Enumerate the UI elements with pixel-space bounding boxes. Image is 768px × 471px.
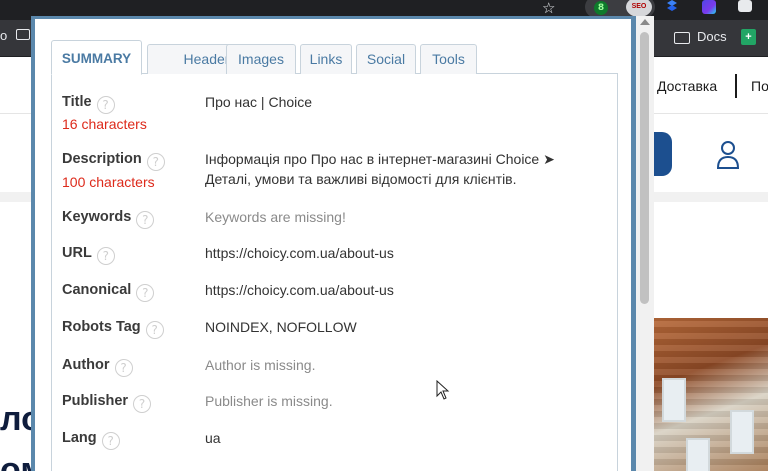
author-value: Author is missing. (205, 357, 316, 373)
mouse-pointer-icon (436, 380, 450, 400)
description-value: Інформація про Про нас в інтернет-магази… (205, 151, 555, 187)
site-nav-divider (735, 74, 737, 98)
title-label: Title? (62, 94, 115, 114)
help-icon[interactable]: ? (101, 432, 120, 450)
keywords-value: Keywords are missing! (205, 209, 346, 225)
bookmark-docs[interactable]: Docs (697, 29, 727, 44)
help-icon[interactable]: ? (146, 153, 165, 171)
url-value[interactable]: https://choicy.com.ua/about-us (205, 243, 394, 263)
site-nav-delivery[interactable]: Доставка (657, 78, 717, 94)
tab-tools[interactable]: Tools (420, 44, 477, 74)
publisher-value: Publisher is missing. (205, 393, 333, 409)
photo-window (662, 378, 686, 422)
lang-label: Lang? (62, 430, 120, 450)
canonical-value[interactable]: https://choicy.com.ua/about-us (205, 280, 394, 300)
author-label-text: Author (62, 357, 110, 373)
publisher-label-text: Publisher (62, 393, 129, 409)
tab-images[interactable]: Images (226, 44, 296, 74)
robots-label-text: Robots Tag (62, 319, 141, 335)
help-icon[interactable]: ? (136, 284, 155, 302)
tab-tools-label: Tools (432, 51, 465, 67)
dropbox-extension-icon[interactable] (666, 0, 678, 14)
photo-window (686, 438, 710, 471)
tab-social-label: Social (366, 51, 406, 67)
title-char-count: 16 characters (62, 116, 147, 132)
help-icon[interactable]: ? (96, 247, 115, 265)
title-label-text: Title (62, 94, 92, 110)
lang-label-text: Lang (62, 430, 97, 446)
help-icon[interactable]: ? (136, 211, 155, 229)
camera-extension-icon[interactable] (738, 0, 752, 12)
help-icon[interactable]: ? (96, 96, 115, 114)
description-label: Description? (62, 151, 165, 171)
lang-value: ua (205, 430, 221, 446)
url-label: URL? (62, 245, 115, 265)
tab-images-label: Images (238, 51, 284, 67)
keywords-label-text: Keywords (62, 209, 132, 225)
bookmark-partial-label[interactable]: o (0, 28, 7, 43)
title-value: Про нас | Choice (205, 94, 313, 110)
tab-links-label: Links (309, 51, 343, 67)
keywords-label: Keywords? (62, 209, 155, 229)
robots-value: NOINDEX, NOFOLLOW (205, 319, 357, 335)
sheets-bookmark-icon[interactable]: + (741, 29, 756, 45)
description-label-text: Description (62, 151, 142, 167)
tab-social[interactable]: Social (356, 44, 416, 74)
gradient-extension-icon[interactable] (702, 0, 716, 14)
author-label: Author? (62, 357, 133, 377)
folder-icon[interactable] (16, 29, 30, 40)
publisher-label: Publisher? (62, 393, 152, 413)
user-account-icon[interactable] (717, 141, 739, 169)
office-photo (652, 318, 768, 471)
tab-links[interactable]: Links (300, 44, 352, 74)
canonical-label-text: Canonical (62, 282, 132, 298)
help-icon[interactable]: ? (133, 395, 152, 413)
description-char-count: 100 characters (62, 174, 155, 190)
help-icon[interactable]: ? (145, 321, 164, 339)
scroll-up-arrow-icon[interactable] (640, 19, 650, 25)
help-icon[interactable]: ? (114, 359, 133, 377)
robots-label: Robots Tag? (62, 319, 164, 339)
popup-scrollbar-thumb[interactable] (640, 32, 649, 304)
photo-window (730, 410, 754, 454)
tab-summary[interactable]: SUMMARY (51, 40, 142, 75)
docs-folder-icon[interactable] (674, 32, 690, 44)
site-nav-partial[interactable]: По (751, 78, 768, 94)
green-extension-icon[interactable]: 8 (594, 1, 608, 15)
url-label-text: URL (62, 245, 92, 261)
canonical-label: Canonical? (62, 282, 155, 302)
